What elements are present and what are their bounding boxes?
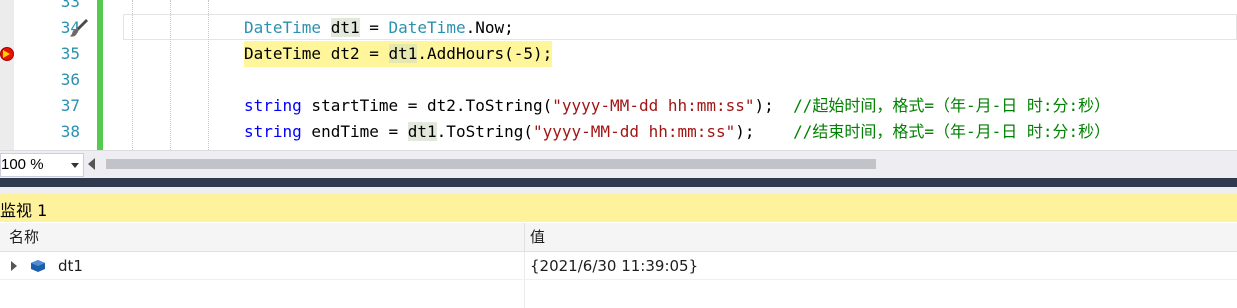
table-row[interactable]: dt1 {2021/6/30 11:39:05}: [0, 252, 1237, 280]
column-header-name[interactable]: 名称: [9, 223, 39, 251]
watch-window: 监视 1 名称 值 dt1 {2021/6/30 11:39:05}: [0, 193, 1237, 308]
expand-arrow-icon[interactable]: [11, 261, 17, 271]
zoom-level-value: 100 %: [1, 156, 44, 173]
indent-guide: [208, 0, 209, 150]
scrollbar-thumb[interactable]: [106, 159, 876, 169]
code-line-38[interactable]: string endTime = dt1.ToString("yyyy-MM-d…: [244, 119, 1110, 145]
paintbrush-icon[interactable]: [68, 17, 90, 39]
line-number: 36: [60, 70, 80, 89]
code-line-37[interactable]: string startTime = dt2.ToString("yyyy-MM…: [244, 93, 1110, 119]
watch-column-header: 名称 值: [0, 223, 1237, 252]
line-number: 37: [60, 96, 80, 115]
column-resize-handle[interactable]: [524, 223, 525, 251]
empty-watch-row[interactable]: [0, 279, 1237, 308]
editor-status-bar: 100 %: [0, 150, 1237, 178]
watch-window-title: 监视 1: [0, 201, 48, 220]
indent-guide: [132, 0, 133, 150]
column-divider: [524, 280, 525, 308]
line-number: 33: [60, 0, 80, 11]
panel-splitter[interactable]: [0, 178, 1237, 187]
code-editor[interactable]: 33 34 35 36 37 38 DateTime dt1 = DateTim…: [0, 0, 1237, 150]
breakpoint-current-icon[interactable]: [0, 47, 14, 61]
code-line-35-current-statement[interactable]: DateTime dt2 = dt1.AddHours(-5);: [244, 41, 553, 67]
column-divider: [524, 252, 525, 280]
zoom-level-dropdown[interactable]: 100 %: [0, 153, 84, 177]
change-tracking-bar: [97, 0, 103, 150]
chevron-down-icon: [71, 163, 79, 168]
line-number: 35: [60, 44, 80, 63]
scroll-left-icon[interactable]: [88, 158, 95, 170]
watch-item-name[interactable]: dt1: [58, 252, 83, 280]
glyph-margin[interactable]: [0, 0, 14, 150]
symbol-highlight: dt1: [330, 18, 360, 37]
watch-item-value[interactable]: {2021/6/30 11:39:05}: [530, 252, 698, 280]
horizontal-scrollbar[interactable]: [100, 153, 1237, 175]
object-icon: [31, 260, 45, 272]
watch-window-title-bar[interactable]: 监视 1: [0, 193, 1237, 222]
symbol-highlight: dt1: [388, 44, 418, 63]
line-number: 38: [60, 122, 80, 141]
indent-guide: [170, 0, 171, 150]
symbol-highlight: dt1: [407, 122, 437, 141]
column-header-value[interactable]: 值: [530, 223, 545, 251]
code-line-34[interactable]: DateTime dt1 = DateTime.Now;: [244, 15, 514, 41]
